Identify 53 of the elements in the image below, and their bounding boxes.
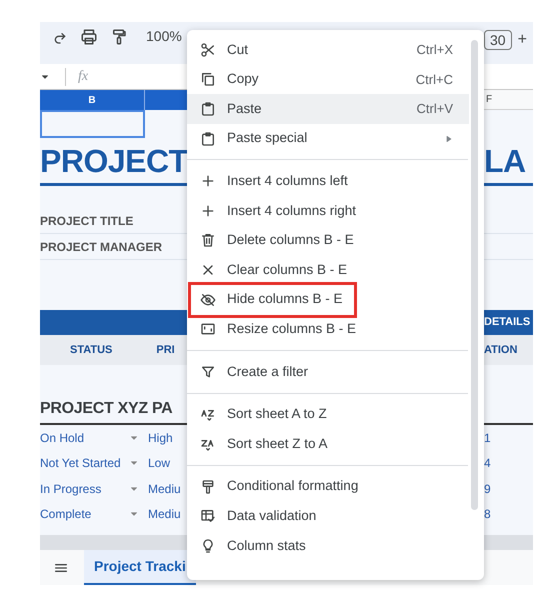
selected-cell[interactable]	[40, 110, 145, 138]
print-icon	[80, 28, 98, 46]
status-cell-text: Not Yet Started	[40, 455, 122, 472]
field-label: PROJECT TITLE	[40, 212, 134, 230]
status-cell-text: In Progress	[40, 480, 102, 498]
priority-cell-text: High	[148, 430, 173, 447]
scissors-icon	[200, 42, 216, 58]
shortcut-text: Ctrl+X	[416, 41, 453, 60]
section-title: PROJECT XYZ PA	[40, 399, 172, 419]
clipboard-icon	[200, 100, 216, 117]
table-cell-text: 9	[484, 480, 491, 498]
clipboard-icon	[200, 130, 216, 147]
shortcut-text: Ctrl+V	[416, 100, 453, 118]
section-band-label: DETAILS	[484, 315, 530, 330]
print-button[interactable]	[80, 28, 98, 46]
paint-roller-icon	[200, 478, 216, 495]
submenu-arrow-icon	[445, 134, 453, 143]
title-text: PROJECT	[40, 144, 188, 176]
trash-icon	[200, 232, 216, 248]
paint-format-button[interactable]	[110, 28, 128, 46]
field-label: PROJECT MANAGER	[40, 238, 162, 256]
priority-cell-text: Low	[148, 455, 170, 472]
column-heading: PRI	[156, 342, 175, 358]
eye-slash-icon	[200, 292, 216, 308]
column-heading: STATUS	[70, 342, 112, 358]
copy-icon	[200, 71, 216, 88]
title-text: LA	[484, 144, 526, 176]
status-cell-text: On Hold	[40, 430, 86, 447]
dropdown-caret-icon	[130, 484, 138, 493]
plus-icon	[200, 202, 216, 219]
column-heading: ATION	[484, 342, 518, 358]
resize-icon	[200, 321, 216, 338]
priority-cell-text: Mediu	[148, 506, 181, 524]
scrollbar-thumb[interactable]	[471, 40, 478, 510]
table-cell-text: 8	[484, 506, 491, 524]
paint-roller-icon	[110, 28, 128, 46]
zoom-dropdown[interactable]: 100%	[146, 26, 182, 47]
increase-font-button[interactable]: +	[518, 28, 527, 52]
dropdown-caret-icon	[41, 72, 49, 80]
formula-label: fx	[78, 68, 88, 86]
table-check-icon	[200, 508, 216, 524]
table-cell-text: 1	[484, 430, 491, 447]
table-cell-text: 4	[484, 455, 491, 472]
shortcut-text: Ctrl+C	[416, 70, 453, 89]
priority-cell-text: Mediu	[148, 480, 181, 498]
dropdown-caret-icon	[130, 434, 138, 442]
menu-item[interactable]: Paste Ctrl+V	[187, 94, 469, 124]
column-header[interactable]: F	[486, 92, 492, 107]
dropdown-caret-icon	[130, 510, 138, 518]
dropdown-caret-icon	[130, 459, 138, 468]
sheet-tab[interactable]: Project Tracki	[84, 550, 196, 585]
filter-icon	[200, 364, 216, 380]
status-cell-text: Complete	[40, 506, 92, 524]
